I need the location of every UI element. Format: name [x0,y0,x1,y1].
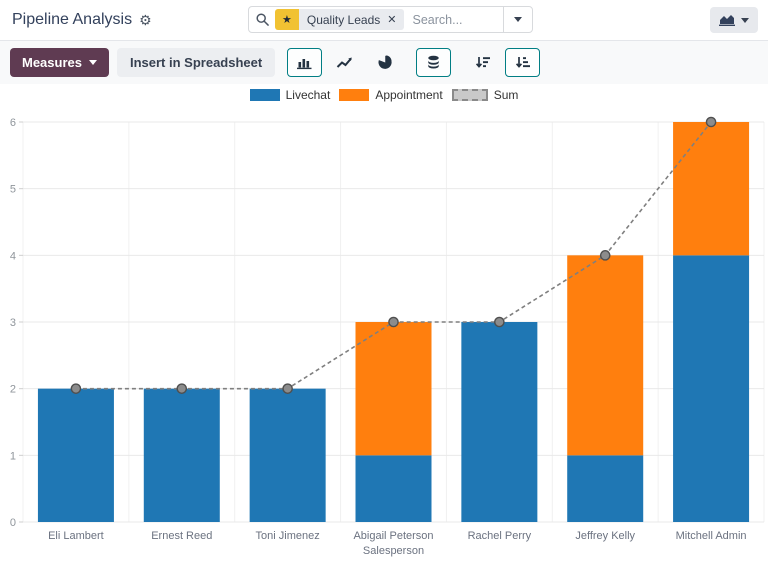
pipeline-analysis-app: Pipeline Analysis ⚙ ★ Quality Leads ✕ [0,0,768,564]
search-input[interactable] [404,13,503,27]
legend-swatch [250,89,280,101]
pie-chart-button[interactable] [367,48,402,77]
line-chart-icon [336,56,353,69]
svg-text:Abigail Peterson: Abigail Peterson [353,530,433,542]
bar-chart-icon [296,56,313,70]
caret-down-icon [514,17,522,22]
area-chart-icon [719,14,735,26]
sort-descending-icon [475,56,491,70]
legend-label: Livechat [286,88,331,102]
gear-icon[interactable]: ⚙ [139,13,152,27]
pie-chart-icon [377,55,392,70]
stacked-toggle-button[interactable] [416,48,451,77]
stack-icon [426,55,441,70]
chart-legend: Livechat Appointment Sum [0,88,768,102]
view-switcher-button[interactable] [710,7,758,33]
svg-text:Toni Jimenez: Toni Jimenez [256,530,320,542]
facet-label: Quality Leads [307,13,380,27]
svg-text:0: 0 [10,517,16,529]
chart-area: Livechat Appointment Sum 0 1 2 3 4 5 6 Eli Lamber… [0,84,768,564]
favorite-star-icon: ★ [275,9,299,30]
svg-text:Rachel Perry: Rachel Perry [468,530,532,542]
line-chart-button[interactable] [327,48,362,77]
toolbar: Measures Insert in Spreadsheet [0,40,768,84]
caret-down-icon [89,60,97,65]
svg-text:Mitchell Admin: Mitchell Admin [676,530,747,542]
sort-descending-button[interactable] [465,48,500,77]
svg-text:Salesperson: Salesperson [363,545,424,557]
sort-ascending-button[interactable] [505,48,540,77]
legend-swatch [452,89,488,101]
control-panel-header: Pipeline Analysis ⚙ ★ Quality Leads ✕ [0,0,768,40]
svg-text:5: 5 [10,184,16,196]
caret-down-icon [741,18,749,23]
svg-text:3: 3 [10,317,16,329]
svg-text:6: 6 [10,117,16,129]
facet-remove-icon[interactable]: ✕ [387,13,396,26]
legend-label: Appointment [375,88,442,102]
search-facet[interactable]: ★ Quality Leads ✕ [275,9,404,30]
legend-swatch [339,89,369,101]
legend-item-appointment[interactable]: Appointment [339,88,442,102]
legend-label: Sum [494,88,519,102]
svg-text:2: 2 [10,384,16,396]
search-dropdown-toggle[interactable] [503,7,532,32]
svg-text:Ernest Reed: Ernest Reed [151,530,212,542]
search-icon [249,13,275,26]
pipeline-chart[interactable]: 0 1 2 3 4 5 6 Eli Lambert Ernest Reed Toni Jimene… [0,109,768,564]
search-bar[interactable]: ★ Quality Leads ✕ [248,6,533,33]
svg-text:Jeffrey Kelly: Jeffrey Kelly [575,530,635,542]
bar-chart-button[interactable] [287,48,322,77]
svg-text:1: 1 [10,450,16,462]
measures-button[interactable]: Measures [10,48,109,77]
sort-ascending-icon [515,56,531,70]
insert-spreadsheet-button[interactable]: Insert in Spreadsheet [117,48,275,77]
legend-item-livechat[interactable]: Livechat [250,88,331,102]
page-title: Pipeline Analysis [12,11,132,29]
legend-item-sum[interactable]: Sum [452,88,519,102]
svg-text:Eli Lambert: Eli Lambert [48,530,104,542]
svg-text:4: 4 [10,250,16,262]
